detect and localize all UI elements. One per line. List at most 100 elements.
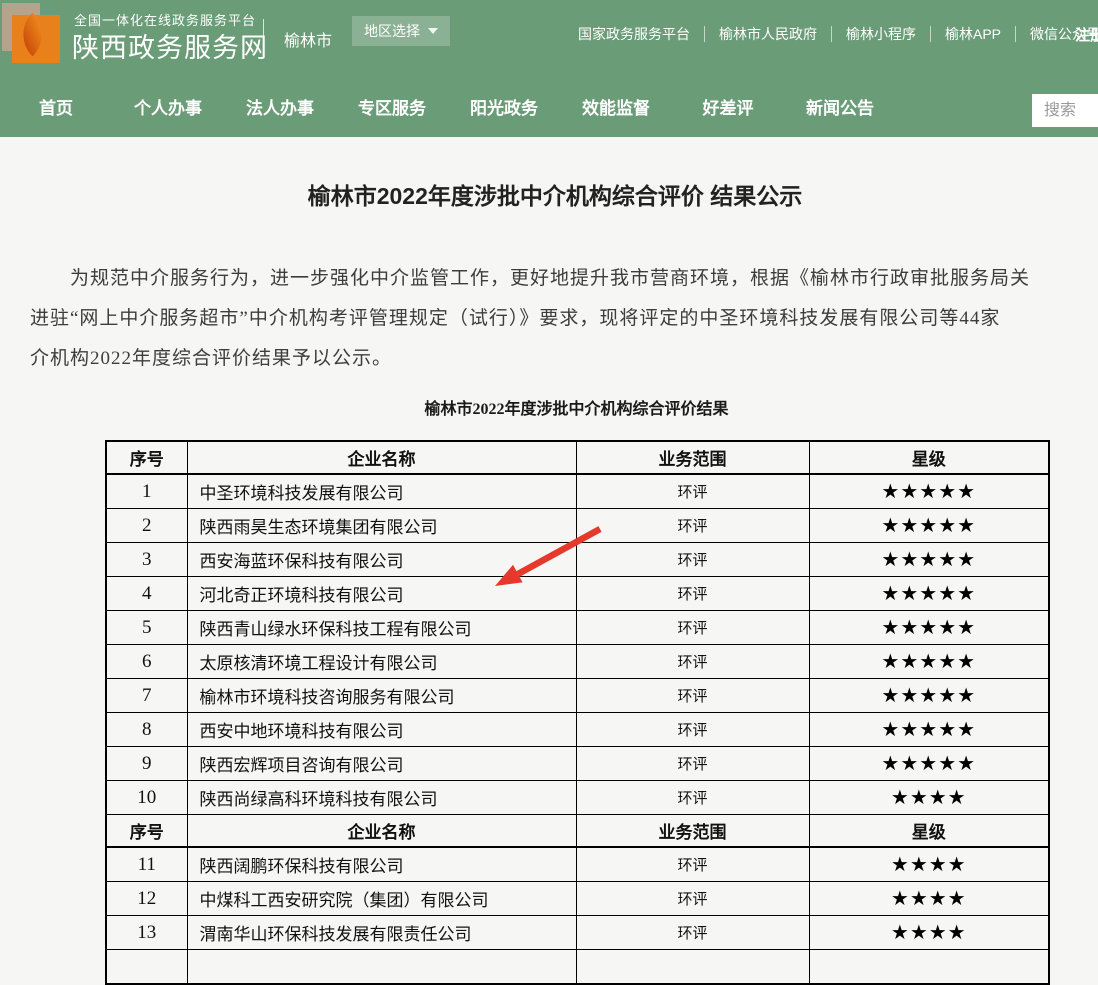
table-row: 3西安海蓝环保科技有限公司环评★★★★★ (106, 543, 1049, 577)
nav-item[interactable]: 阳光政务 (448, 94, 560, 119)
table-row: 13渭南华山环保科技发展有限责任公司环评★★★★ (106, 916, 1049, 950)
column-header: 序号 (106, 441, 187, 474)
row-number-cell: 4 (106, 577, 187, 611)
row-number-cell: 11 (106, 847, 187, 882)
star-rating-cell: ★★★★ (809, 847, 1049, 882)
business-scope-cell: 环评 (576, 713, 809, 747)
top-link[interactable]: 国家政务服务平台 (578, 24, 690, 44)
star-rating-cell: ★★★★★ (809, 645, 1049, 679)
top-link[interactable]: 榆林小程序 (846, 24, 916, 44)
nav-item[interactable]: 专区服务 (336, 94, 448, 119)
company-name-cell: 陕西宏辉项目咨询有限公司 (187, 747, 576, 781)
business-scope-cell: 环评 (576, 747, 809, 781)
row-number-cell: 13 (106, 916, 187, 950)
table-row: 7榆林市环境科技咨询服务有限公司环评★★★★★ (106, 679, 1049, 713)
table-row (106, 950, 1049, 985)
table-row: 4河北奇正环境科技有限公司环评★★★★★ (106, 577, 1049, 611)
row-number-cell: 2 (106, 509, 187, 543)
table-header-row: 序号企业名称业务范围星级 (106, 815, 1049, 848)
table-row: 2陕西雨昊生态环境集团有限公司环评★★★★★ (106, 509, 1049, 543)
nav-item[interactable]: 好差评 (672, 94, 784, 119)
caret-down-icon (428, 28, 438, 34)
star-rating-cell: ★★★★★ (809, 577, 1049, 611)
business-scope-cell: 环评 (576, 916, 809, 950)
paragraph-line: 进驻“网上中介服务超市”中介机构考评管理规定（试行）》要求，现将评定的中圣环境科… (30, 299, 1098, 339)
nav-item[interactable]: 首页 (0, 94, 112, 119)
table-header-row: 序号企业名称业务范围星级 (106, 441, 1049, 474)
register-link[interactable]: 注册 (1075, 24, 1098, 45)
star-rating-cell: ★★★★★ (809, 474, 1049, 509)
row-number-cell: 1 (106, 474, 187, 509)
current-city-label: 榆林市 (284, 27, 332, 51)
company-name-cell: 中圣环境科技发展有限公司 (187, 474, 576, 509)
business-scope-cell: 环评 (576, 474, 809, 509)
row-number-cell: 3 (106, 543, 187, 577)
top-link-separator (1015, 26, 1016, 42)
table-row: 8西安中地环境科技有限公司环评★★★★★ (106, 713, 1049, 747)
empty-cell (809, 950, 1049, 985)
nav-item[interactable]: 个人办事 (112, 94, 224, 119)
star-rating-cell: ★★★★ (809, 916, 1049, 950)
main-nav: 首页个人办事法人办事专区服务阳光政务效能监督好差评新闻公告 (0, 75, 1098, 137)
company-name-cell: 陕西雨昊生态环境集团有限公司 (187, 509, 576, 543)
table-row: 11陕西阔鹏环保科技有限公司环评★★★★ (106, 847, 1049, 882)
column-header: 业务范围 (576, 815, 809, 848)
star-rating-cell: ★★★★★ (809, 543, 1049, 577)
nav-item[interactable]: 效能监督 (560, 94, 672, 119)
company-name-cell: 陕西青山绿水环保科技工程有限公司 (187, 611, 576, 645)
table-row: 10陕西尚绿高科环境科技有限公司环评★★★★ (106, 781, 1049, 815)
empty-cell (106, 950, 187, 985)
page: { "brand": { "platform_label": "全国一体化在线政… (0, 0, 1098, 947)
search-input[interactable] (1032, 94, 1098, 127)
page-title: 榆林市2022年度涉批中介机构综合评价 结果公示 (0, 177, 1098, 211)
top-link[interactable]: 榆林市人民政府 (719, 24, 817, 44)
business-scope-cell: 环评 (576, 679, 809, 713)
column-header: 企业名称 (187, 815, 576, 848)
top-links: 国家政务服务平台榆林市人民政府榆林小程序榆林APP微信公众号 (578, 24, 1098, 44)
region-selector-label: 地区选择 (364, 21, 420, 41)
row-number-cell: 10 (106, 781, 187, 815)
header-top-bar: 全国一体化在线政务服务平台 陕西政务服务网 榆林市 地区选择 国家政务服务平台榆… (0, 0, 1098, 75)
star-rating-cell: ★★★★ (809, 882, 1049, 916)
table-row: 5陕西青山绿水环保科技工程有限公司环评★★★★★ (106, 611, 1049, 645)
top-link[interactable]: 榆林APP (945, 24, 1001, 44)
business-scope-cell: 环评 (576, 611, 809, 645)
star-rating-cell: ★★★★★ (809, 509, 1049, 543)
company-name-cell: 太原核清环境工程设计有限公司 (187, 645, 576, 679)
star-rating-cell: ★★★★★ (809, 713, 1049, 747)
nav-item[interactable]: 新闻公告 (784, 94, 896, 119)
star-rating-cell: ★★★★★ (809, 611, 1049, 645)
region-selector-button[interactable]: 地区选择 (352, 16, 450, 46)
row-number-cell: 6 (106, 645, 187, 679)
site-name: 陕西政务服务网 (72, 26, 268, 65)
site-header: 全国一体化在线政务服务平台 陕西政务服务网 榆林市 地区选择 国家政务服务平台榆… (0, 0, 1098, 137)
empty-cell (187, 950, 576, 985)
announcement-paragraph: 为规范中介服务行为，进一步强化中介监管工作，更好地提升我市营商环境，根据《榆林市… (0, 259, 1098, 379)
column-header: 业务范围 (576, 441, 809, 474)
table-caption: 榆林市2022年度涉批中介机构综合评价结果 (105, 395, 1048, 419)
column-header: 企业名称 (187, 441, 576, 474)
row-number-cell: 9 (106, 747, 187, 781)
evaluation-table: 序号企业名称业务范围星级1中圣环境科技发展有限公司环评★★★★★2陕西雨昊生态环… (105, 440, 1050, 985)
business-scope-cell: 环评 (576, 509, 809, 543)
company-name-cell: 陕西阔鹏环保科技有限公司 (187, 847, 576, 882)
column-header: 序号 (106, 815, 187, 848)
row-number-cell: 12 (106, 882, 187, 916)
table-row: 6太原核清环境工程设计有限公司环评★★★★★ (106, 645, 1049, 679)
row-number-cell: 7 (106, 679, 187, 713)
business-scope-cell: 环评 (576, 543, 809, 577)
nav-item[interactable]: 法人办事 (224, 94, 336, 119)
company-name-cell: 西安中地环境科技有限公司 (187, 713, 576, 747)
column-header: 星级 (809, 815, 1049, 848)
company-name-cell: 河北奇正环境科技有限公司 (187, 577, 576, 611)
paragraph-line: 介机构2022年度综合评价结果予以公示。 (30, 339, 1098, 379)
star-rating-cell: ★★★★★ (809, 679, 1049, 713)
row-number-cell: 8 (106, 713, 187, 747)
company-name-cell: 西安海蓝环保科技有限公司 (187, 543, 576, 577)
announcement-page: 榆林市2022年度涉批中介机构综合评价 结果公示 为规范中介服务行为，进一步强化… (0, 177, 1098, 985)
eval-table-body: 序号企业名称业务范围星级1中圣环境科技发展有限公司环评★★★★★2陕西雨昊生态环… (106, 441, 1049, 984)
header-divider (263, 19, 264, 55)
site-logo (2, 3, 62, 63)
empty-cell (576, 950, 809, 985)
business-scope-cell: 环评 (576, 882, 809, 916)
